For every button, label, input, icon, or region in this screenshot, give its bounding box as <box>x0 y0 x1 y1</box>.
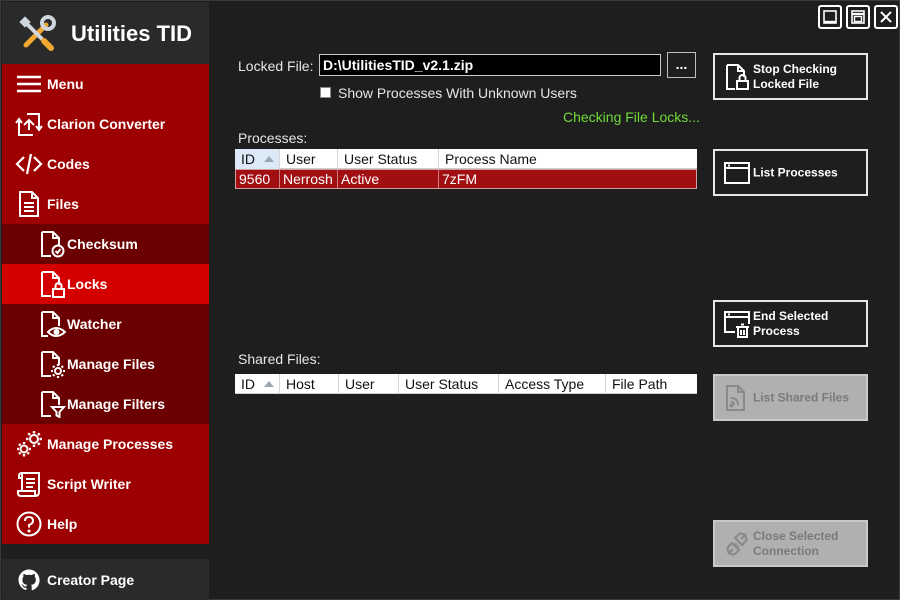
sidebar-item-label: Menu <box>47 76 84 92</box>
creator-page-link[interactable]: Creator Page <box>2 559 209 600</box>
processes-table-header: ID User User Status Process Name <box>235 149 697 169</box>
sort-ascending-icon <box>264 156 274 162</box>
cell-user: Nerrosh <box>280 170 338 188</box>
file-filter-icon <box>41 391 66 418</box>
column-header-user-status[interactable]: User Status <box>338 149 439 169</box>
locked-file-input[interactable]: D:\UtilitiesTID_v2.1.zip <box>319 54 661 76</box>
end-process-label: End Selected Process <box>753 308 829 338</box>
minimize-button[interactable] <box>818 5 842 29</box>
sidebar-item-label: Codes <box>47 156 90 172</box>
processes-table[interactable]: ID User User Status Process Name 9560 Ne… <box>235 149 697 345</box>
gears-icon <box>17 431 42 457</box>
unplug-icon <box>726 532 748 556</box>
close-connection-button[interactable]: Close Selected Connection <box>713 520 868 567</box>
column-header-id[interactable]: ID <box>235 149 280 169</box>
sidebar-item-manage-processes[interactable]: Manage Processes <box>2 424 209 464</box>
window-delete-icon <box>724 311 750 338</box>
list-processes-button[interactable]: List Processes <box>713 149 868 196</box>
column-header-user-status[interactable]: User Status <box>399 374 499 394</box>
column-header-file-path[interactable]: File Path <box>606 374 697 394</box>
show-unknown-users-label: Show Processes With Unknown Users <box>338 85 577 101</box>
sidebar-item-menu[interactable]: Menu <box>2 64 209 104</box>
sidebar-item-label: Watcher <box>67 316 122 332</box>
column-header-host[interactable]: Host <box>280 374 339 394</box>
cell-id: 9560 <box>236 170 280 188</box>
sidebar-item-label: Manage Filters <box>67 396 166 412</box>
maximize-button[interactable] <box>846 5 870 29</box>
sidebar-item-locks[interactable]: Locks <box>2 264 209 304</box>
help-icon <box>16 511 42 537</box>
file-lock-icon <box>726 64 749 90</box>
stop-checking-label: Stop Checking Locked File <box>753 61 838 91</box>
brand-header: Utilities TID <box>2 2 209 64</box>
list-processes-label: List Processes <box>753 165 838 179</box>
table-row[interactable]: 9560 Nerrosh Active 7zFM <box>235 169 697 189</box>
column-header-id[interactable]: ID <box>235 374 280 394</box>
sidebar-item-watcher[interactable]: Watcher <box>2 304 209 344</box>
column-header-label: ID <box>241 376 255 392</box>
sort-ascending-icon <box>264 381 274 387</box>
cell-process-name: 7zFM <box>442 171 477 187</box>
close-connection-label: Close Selected Connection <box>753 528 839 558</box>
column-header-access-type[interactable]: Access Type <box>499 374 606 394</box>
sidebar-item-label: Manage Files <box>67 356 155 372</box>
column-header-label: ID <box>241 151 255 167</box>
sidebar-item-script-writer[interactable]: Script Writer <box>2 464 209 504</box>
locked-file-label: Locked File: <box>238 58 314 74</box>
sidebar: Utilities TID Menu Clarion Converter Cod… <box>2 2 209 600</box>
restore-icon <box>851 10 865 24</box>
creator-page-label: Creator Page <box>47 572 135 588</box>
tools-icon <box>19 15 56 51</box>
sidebar-item-label: Files <box>47 196 79 212</box>
browse-button[interactable]: ... <box>667 52 696 78</box>
app-title: Utilities TID <box>71 21 193 46</box>
list-shared-files-label: List Shared Files <box>753 390 850 404</box>
close-button[interactable] <box>874 5 898 29</box>
column-header-process-name[interactable]: Process Name <box>439 149 697 169</box>
file-lock-icon <box>41 271 65 298</box>
hamburger-icon <box>17 75 41 93</box>
cell-user-status: Active <box>338 170 439 188</box>
script-icon <box>17 472 40 497</box>
close-icon <box>880 11 892 23</box>
github-icon <box>18 569 40 591</box>
list-shared-files-button[interactable]: List Shared Files <box>713 374 868 421</box>
file-check-icon <box>41 231 65 258</box>
shared-files-table[interactable]: ID Host User User Status Access Type Fil… <box>235 374 697 584</box>
sidebar-item-label: Clarion Converter <box>47 116 166 132</box>
show-unknown-users-checkbox[interactable] <box>320 87 331 98</box>
column-header-user[interactable]: User <box>280 149 338 169</box>
sidebar-item-label: Help <box>47 516 78 532</box>
end-process-button[interactable]: End Selected Process <box>713 300 868 347</box>
sidebar-item-label: Manage Processes <box>47 436 174 452</box>
convert-icon <box>15 113 43 136</box>
sidebar-item-clarion-converter[interactable]: Clarion Converter <box>2 104 209 144</box>
app-window: Utilities TID Menu Clarion Converter Cod… <box>0 0 900 600</box>
shared-files-table-header: ID Host User User Status Access Type Fil… <box>235 374 697 394</box>
stop-checking-button[interactable]: Stop Checking Locked File <box>713 53 868 100</box>
sidebar-item-label: Locks <box>67 276 108 292</box>
code-icon <box>15 153 43 175</box>
window-icon <box>724 162 750 184</box>
sidebar-item-label: Script Writer <box>47 476 131 492</box>
sidebar-item-manage-files[interactable]: Manage Files <box>2 344 209 384</box>
column-header-user[interactable]: User <box>339 374 399 394</box>
sidebar-item-checksum[interactable]: Checksum <box>2 224 209 264</box>
sidebar-item-label: Checksum <box>67 236 138 252</box>
status-text: Checking File Locks... <box>563 109 700 125</box>
shared-files-label: Shared Files: <box>238 351 321 367</box>
sidebar-item-files[interactable]: Files <box>2 184 209 224</box>
sidebar-item-manage-filters[interactable]: Manage Filters <box>2 384 209 424</box>
file-eye-icon <box>41 311 66 337</box>
minimize-icon <box>823 10 837 24</box>
processes-label: Processes: <box>238 130 308 146</box>
file-share-icon <box>726 385 745 411</box>
file-icon <box>19 191 39 217</box>
sidebar-item-codes[interactable]: Codes <box>2 144 209 184</box>
sidebar-item-help[interactable]: Help <box>2 504 209 544</box>
file-gear-icon <box>41 351 65 378</box>
